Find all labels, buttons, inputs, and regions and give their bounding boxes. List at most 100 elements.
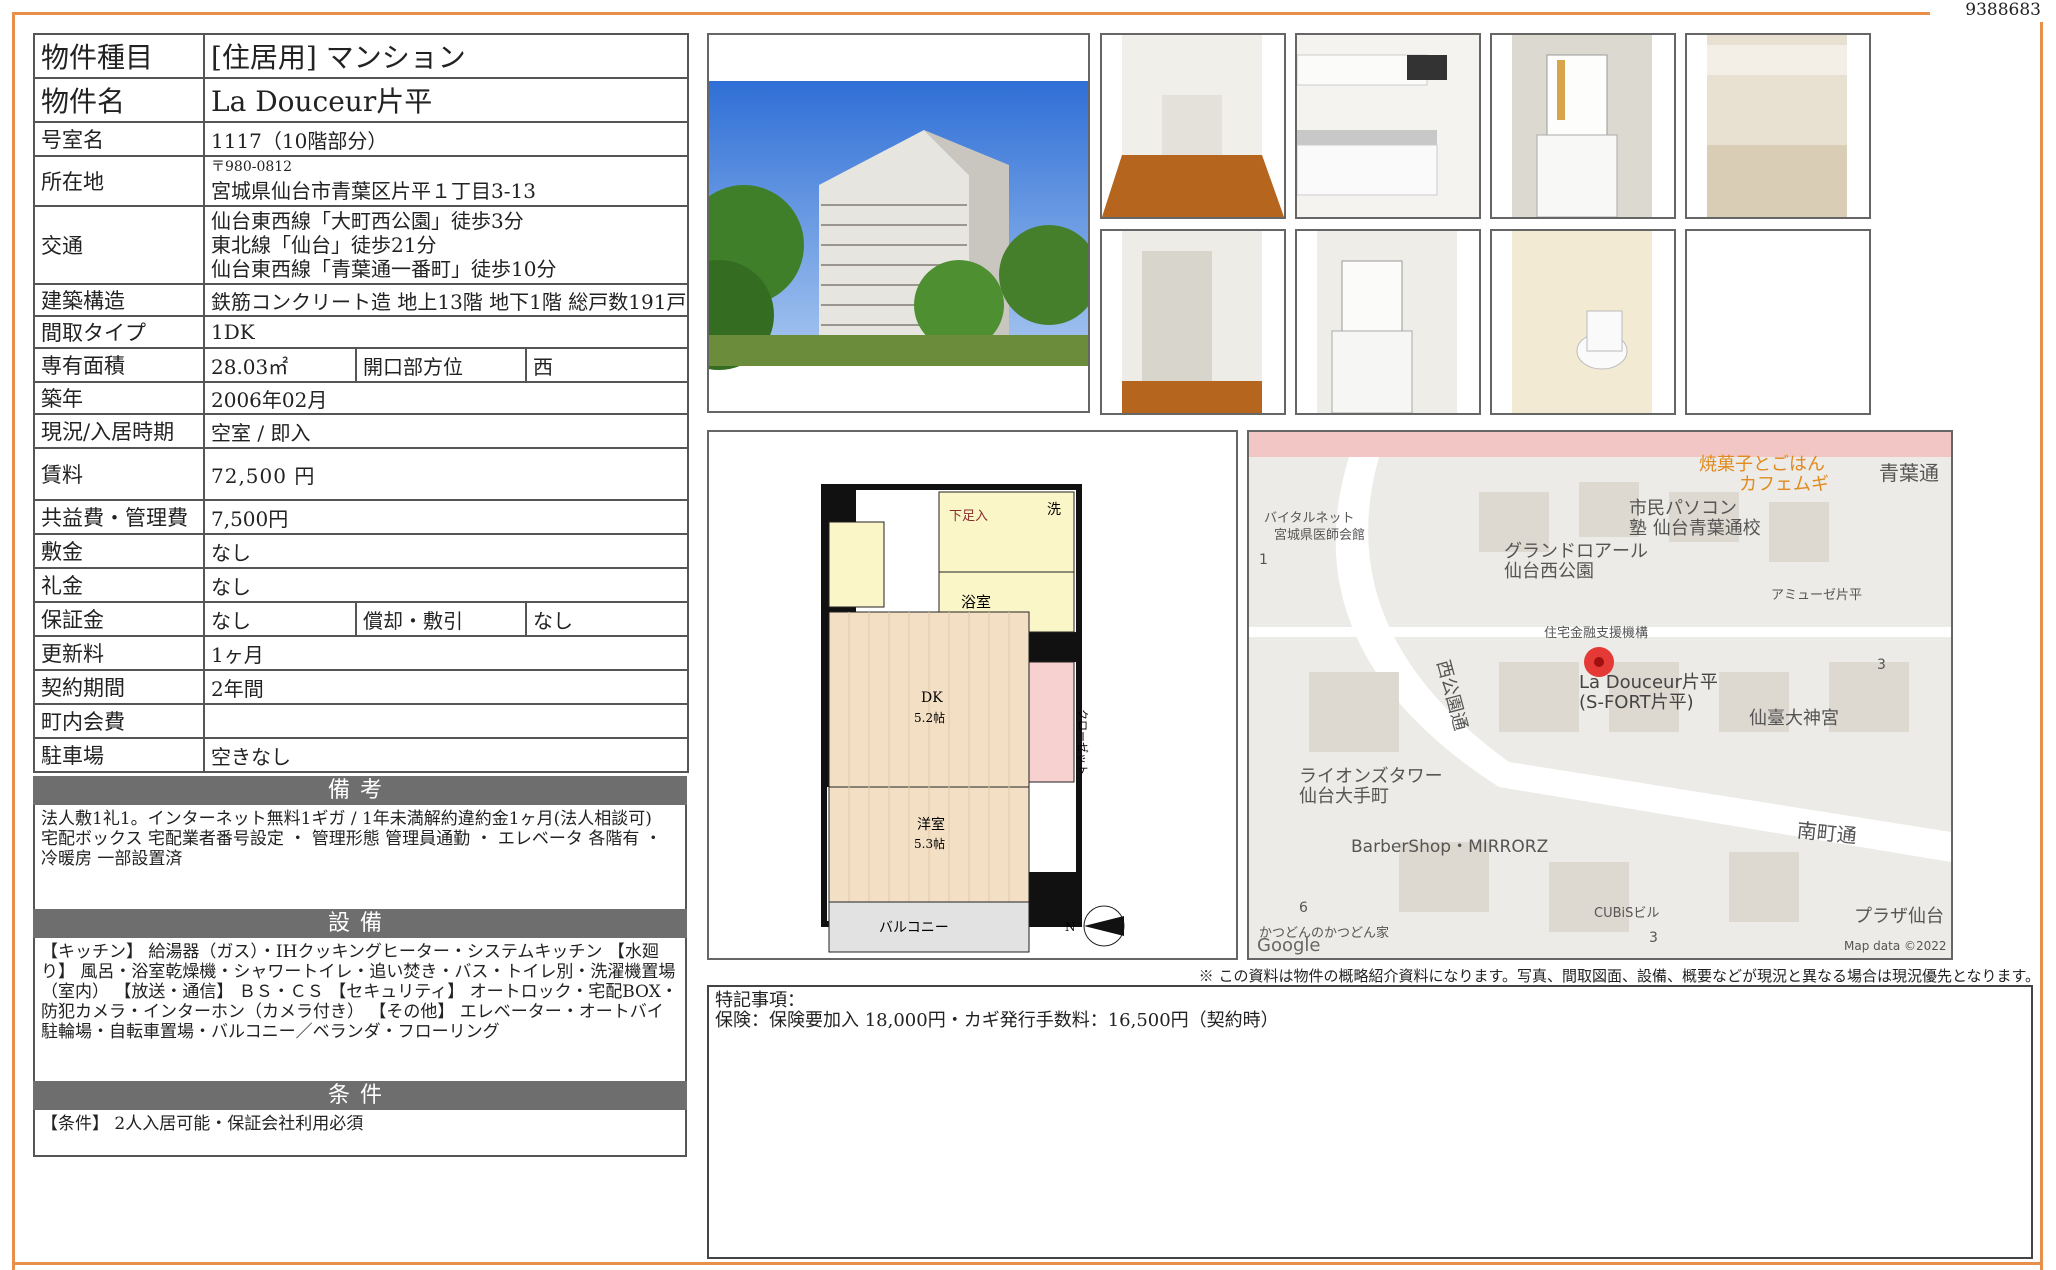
map-label-jingu: 仙臺大神宮 [1749, 708, 1839, 729]
fp-north-label: N [1065, 920, 1076, 934]
map-block-number: 3 [1877, 657, 1886, 673]
map-label-cubis: CUBiSビル [1594, 906, 1660, 921]
frame-border-top [12, 12, 1907, 15]
location-map: 焼菓子とごはん カフェムギ 青葉通 市民パソコン 塾 仙台青葉通校 バイタルネッ… [1247, 430, 1953, 960]
amort-value: なし [524, 601, 690, 637]
conditions-text: 【条件】 2人入居可能・保証会社利用必須 [33, 1110, 687, 1157]
fp-dk-label: DK [921, 690, 943, 706]
special-notes-text: 保険：保険要加入 18,000円・カギ発行手数料：16,500円（契約時） [715, 1010, 1279, 1031]
area-value: 28.03㎡ [203, 347, 357, 383]
special-notes-title: 特記事項： [715, 990, 805, 1011]
status-value: 空室 / 即入 [202, 413, 690, 449]
renewal-value: 1ヶ月 [202, 635, 690, 671]
map-data-credit: Map data ©2022 [1844, 939, 1947, 953]
parking-value: 空きなし [202, 737, 690, 773]
amort-label: 償却・敷引 [355, 601, 527, 637]
map-label-pc-school2: 塾 仙台青葉通校 [1629, 518, 1761, 539]
map-label-medical: 宮城県医師会館 [1274, 528, 1366, 543]
parking-label: 駐車場 [33, 737, 205, 773]
fp-western-room-label: 洋室 [917, 816, 945, 833]
direction-value: 西 [524, 347, 690, 383]
address-value: 宮城県仙台市青葉区片平１丁目3-13 [211, 178, 536, 203]
fp-closet-label: クローゼット [1076, 709, 1089, 775]
remarks-header: 備考 [33, 776, 687, 805]
zip-code: 〒980-0812 [211, 158, 293, 175]
map-block-number: 1 [1259, 552, 1268, 568]
room-photo-closet [1100, 229, 1286, 415]
map-label-barber: BarberShop・MIRRORZ [1351, 837, 1549, 857]
layout-value: 1DK [202, 315, 690, 349]
frame-border-left [12, 12, 15, 1270]
fp-bath-label: 浴室 [961, 593, 991, 611]
map-label-amuse: アミューゼ片平 [1771, 588, 1863, 603]
floor-plan-drawing: 下足入 洗 浴室 DK 5.2帖 クローゼット 洋室 5.3帖 バルコニー N [709, 432, 1236, 958]
floor-plan: 下足入 洗 浴室 DK 5.2帖 クローゼット 洋室 5.3帖 バルコニー N [707, 430, 1238, 960]
built-label: 築年 [33, 381, 205, 415]
rent-value: 72,500 円 [202, 447, 690, 501]
key-money-label: 礼金 [33, 567, 205, 603]
deposit-label: 敷金 [33, 533, 205, 569]
community-label: 町内会費 [33, 703, 205, 739]
transport-cell: 仙台東西線「大町西公園」徒歩3分 東北線「仙台」徒歩21分 仙台東西線「青葉通一… [202, 205, 690, 285]
room-photo-empty [1685, 229, 1871, 415]
map-label-aobadori: 青葉通 [1879, 461, 1939, 485]
rent-label: 賃料 [33, 447, 205, 501]
room-photo-toilet [1490, 229, 1676, 415]
area-label: 専有面積 [33, 347, 205, 383]
transport-line: 仙台東西線「大町西公園」徒歩3分 [211, 209, 524, 233]
address-label: 所在地 [33, 155, 205, 207]
property-info-table: 物件種目 [住居用] マンション 物件名 La Douceur片平 号室名 11… [33, 33, 690, 773]
guarantee-label: 保証金 [33, 601, 205, 637]
map-label-cafe2: カフェムギ [1739, 474, 1829, 495]
name-value: La Douceur片平 [202, 77, 690, 123]
special-notes-box: 特記事項： 保険：保険要加入 18,000円・カギ発行手数料：16,500円（契… [707, 985, 2033, 1259]
map-label-minamimachi: 南町通 [1795, 817, 1858, 849]
guarantee-value: なし [203, 601, 357, 637]
community-value [202, 703, 690, 739]
structure-label: 建築構造 [33, 283, 205, 317]
building-photo [707, 33, 1090, 413]
address-cell: 〒980-0812 宮城県仙台市青葉区片平１丁目3-13 [202, 155, 690, 207]
renewal-label: 更新料 [33, 635, 205, 671]
key-money-value: なし [202, 567, 690, 603]
fee-value: 7,500円 [202, 499, 690, 535]
structure-value: 鉄筋コンクリート造 地上13階 地下1階 総戸数191戸 [202, 283, 690, 317]
equipment-header: 設備 [33, 909, 687, 938]
fp-balcony-label: バルコニー [879, 920, 949, 936]
document-id: 9388683 [1930, 0, 2045, 22]
disclaimer-text: ※ この資料は物件の概略紹介資料になります。写真、間取図面、設備、概要などが現況… [1198, 967, 2040, 985]
contract-label: 契約期間 [33, 669, 205, 705]
name-label: 物件名 [33, 77, 205, 123]
deposit-value: なし [202, 533, 690, 569]
type-label: 物件種目 [33, 33, 205, 79]
fp-dk-size: 5.2帖 [914, 710, 945, 725]
map-block-number: 6 [1299, 900, 1308, 916]
transport-line: 東北線「仙台」徒歩21分 [211, 233, 437, 257]
conditions-header: 条件 [33, 1081, 687, 1110]
built-value: 2006年02月 [202, 381, 690, 415]
map-label-plaza: プラザ仙台 [1854, 906, 1944, 927]
transport-line: 仙台東西線「青葉通一番町」徒歩10分 [211, 257, 557, 281]
room-photo-bath [1685, 33, 1871, 219]
map-block-number: 3 [1649, 930, 1658, 946]
fp-western-room-size: 5.3帖 [914, 836, 945, 851]
map-label-property2: (S-FORT片平) [1579, 692, 1694, 713]
fee-label: 共益費・管理費 [33, 499, 205, 535]
equipment-text: 【キッチン】 給湯器（ガス）・IHクッキングヒーター・システムキッチン 【水廻り… [33, 938, 687, 1081]
contract-value: 2年間 [202, 669, 690, 705]
map-label-nishikoen: 仙台西公園 [1504, 561, 1594, 582]
room-photo-washstand [1490, 33, 1676, 219]
remarks-section: 備考 法人敷1礼1。インターネット無料1ギガ / 1年未満解約違約金1ヶ月(法人… [33, 776, 687, 1157]
map-label-lions2: 仙台大手町 [1299, 786, 1389, 807]
transport-label: 交通 [33, 205, 205, 285]
map-google-logo: Google [1257, 935, 1321, 956]
building-photo-image [709, 35, 1088, 411]
room-photo-kitchen [1295, 33, 1481, 219]
remarks-text: 法人敷1礼1。インターネット無料1ギガ / 1年未満解約違約金1ヶ月(法人相談可… [33, 805, 687, 909]
room-photo-washroom [1295, 229, 1481, 415]
layout-label: 間取タイプ [33, 315, 205, 349]
room-value: 1117（10階部分） [202, 121, 690, 157]
fp-shoebox-label: 下足入 [949, 509, 988, 524]
status-label: 現況/入居時期 [33, 413, 205, 449]
direction-label: 開口部方位 [355, 347, 527, 383]
